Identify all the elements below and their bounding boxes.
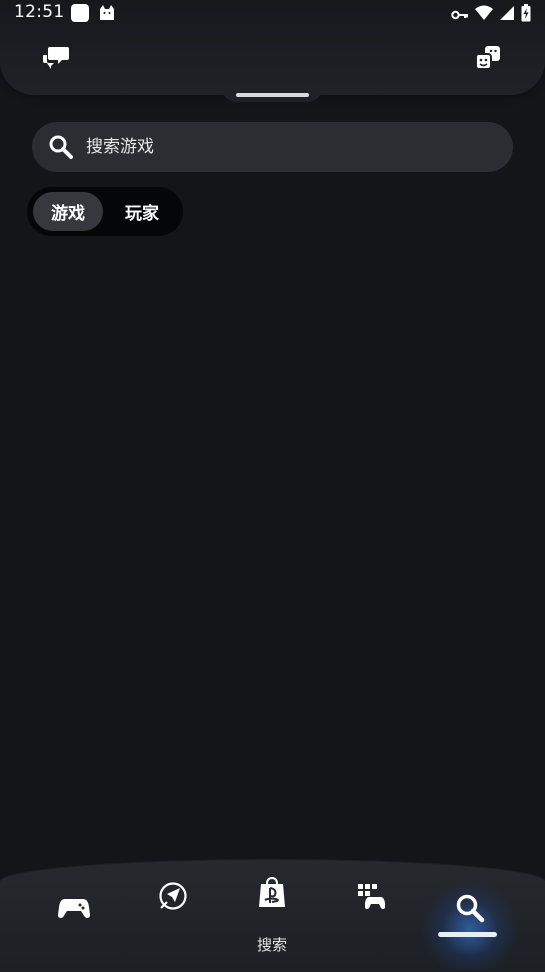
nav-item-search[interactable] [440, 880, 500, 940]
gamepad-icon [58, 897, 90, 923]
search-icon [48, 134, 74, 160]
tab-games-label: 游戏 [51, 204, 85, 224]
tab-players-label: 玩家 [125, 204, 159, 224]
battery-charging-icon [521, 4, 531, 26]
friends-icon [474, 44, 502, 76]
friends-button[interactable] [471, 43, 505, 77]
nav-item-store[interactable] [242, 864, 302, 924]
wifi-icon [475, 5, 493, 25]
active-nav-label: 搜索 [256, 936, 287, 954]
tab-players[interactable]: 玩家 [107, 192, 177, 231]
bottom-navigation: 搜索 [0, 860, 545, 972]
nav-item-explore[interactable] [143, 868, 203, 928]
status-bar: 12:51 [0, 0, 545, 26]
app-square-icon [70, 3, 90, 27]
signal-icon [499, 5, 515, 25]
nav-item-library[interactable] [341, 868, 401, 928]
cat-icon [98, 3, 116, 27]
search-input[interactable] [84, 126, 513, 168]
ps-store-icon [258, 876, 286, 912]
status-time: 12:51 [14, 2, 65, 22]
vpn-key-icon [451, 6, 469, 25]
nav-item-games[interactable] [44, 880, 104, 940]
chat-button[interactable] [39, 43, 73, 77]
drag-handle[interactable] [236, 93, 309, 97]
explore-icon [158, 881, 188, 915]
search-icon [455, 893, 485, 927]
search-bar[interactable] [32, 122, 513, 172]
chat-bubbles-icon [42, 45, 70, 75]
tab-games[interactable]: 游戏 [33, 192, 103, 231]
search-type-toggle: 游戏 玩家 [27, 187, 183, 236]
active-tab-indicator [438, 932, 497, 937]
game-library-icon [356, 882, 386, 914]
